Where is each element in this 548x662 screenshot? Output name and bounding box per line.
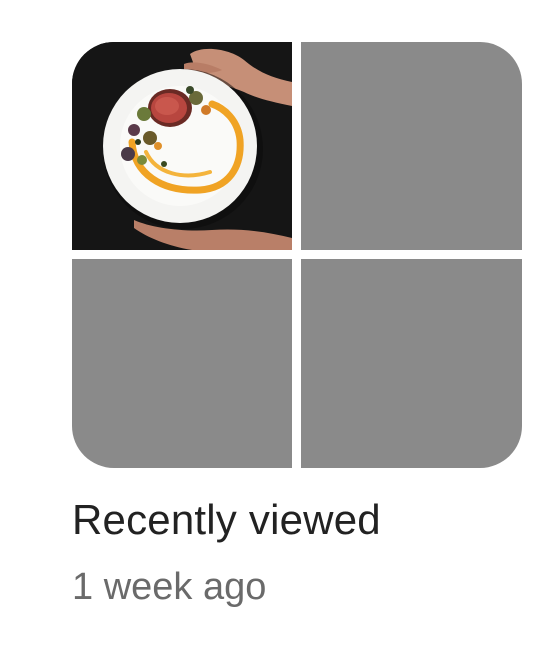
wishlist-last-viewed: 1 week ago <box>72 566 267 608</box>
cover-placeholder-bottom-left <box>72 259 292 468</box>
cover-placeholder-top-right <box>301 42 522 250</box>
wishlist-title: Recently viewed <box>72 496 381 543</box>
cover-photo-plated-dish <box>72 42 292 250</box>
wishlist-cover-mosaic <box>72 42 522 468</box>
wishlist-card-recently-viewed[interactable] <box>72 42 522 468</box>
cover-placeholder-bottom-right <box>301 259 522 468</box>
